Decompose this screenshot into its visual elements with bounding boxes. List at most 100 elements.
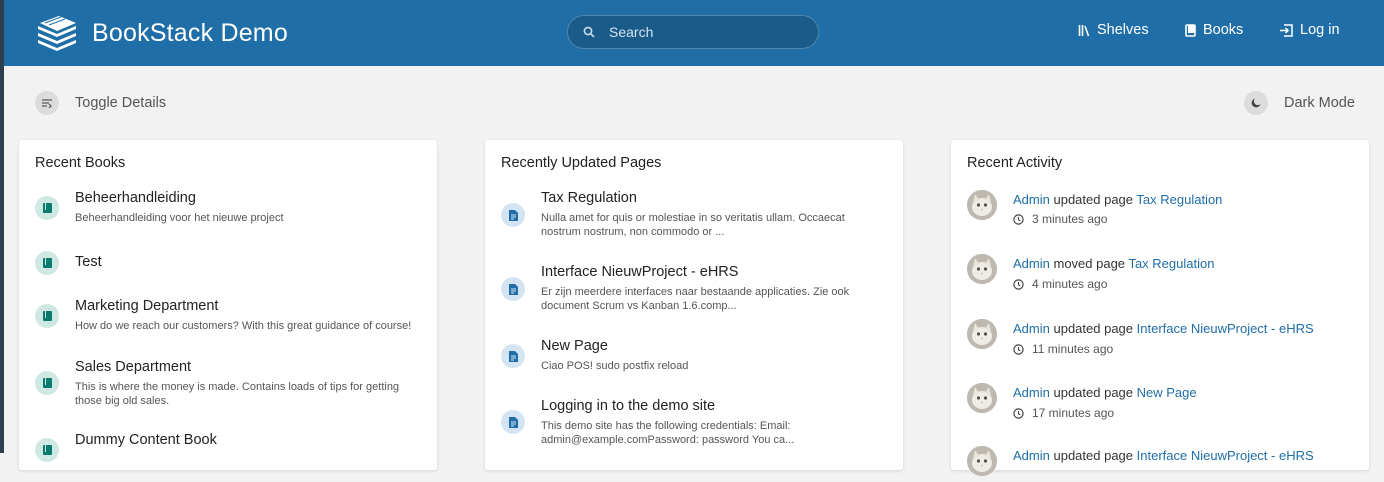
- recent-activity-title: Recent Activity: [967, 155, 1063, 171]
- activity-user-link[interactable]: Admin: [1013, 321, 1050, 336]
- nav-shelves-label: Shelves: [1097, 22, 1149, 38]
- toggle-details-label: Toggle Details: [75, 95, 167, 111]
- activity-time: 3 minutes ago: [1013, 212, 1107, 226]
- activity-user-link[interactable]: Admin: [1013, 192, 1050, 207]
- page-icon: [501, 410, 525, 434]
- nav-books-label: Books: [1203, 22, 1244, 38]
- clock-icon: [1013, 407, 1024, 419]
- book-icon: [35, 304, 59, 328]
- nav-shelves[interactable]: Shelves: [1078, 22, 1149, 38]
- avatar: [967, 446, 997, 476]
- app-title: BookStack Demo: [92, 18, 288, 47]
- clock-icon: [1013, 343, 1024, 355]
- activity-item: Admin updated page New Page 17 minutes a…: [967, 383, 1357, 420]
- page-item[interactable]: Logging in to the demo site This demo si…: [501, 398, 891, 448]
- book-icon: [35, 196, 59, 220]
- page-name: Interface NieuwProject - eHRS: [541, 264, 739, 280]
- book-item[interactable]: Dummy Content Book: [35, 432, 425, 462]
- activity-user-link[interactable]: Admin: [1013, 385, 1050, 400]
- activity-target-link[interactable]: New Page: [1137, 385, 1197, 400]
- avatar: [967, 190, 997, 220]
- window-frame-edge: [0, 0, 4, 453]
- book-name: Beheerhandleiding: [75, 190, 196, 206]
- search-box[interactable]: [567, 15, 819, 49]
- nav-books[interactable]: Books: [1185, 22, 1243, 38]
- activity-action: updated page: [1053, 321, 1134, 336]
- book-item[interactable]: Beheerhandleiding Beheerhandleiding voor…: [35, 190, 425, 230]
- activity-text: Admin updated page Interface NieuwProjec…: [1013, 321, 1314, 336]
- page-icon: [501, 277, 525, 301]
- activity-time-label: 17 minutes ago: [1032, 406, 1115, 420]
- activity-action: updated page: [1053, 448, 1134, 463]
- avatar: [967, 383, 997, 413]
- book-item[interactable]: Test: [35, 251, 425, 280]
- activity-action: updated page: [1053, 385, 1134, 400]
- activity-item: Admin moved page Tax Regulation 4 minute…: [967, 254, 1357, 291]
- nav-login[interactable]: Log in: [1279, 22, 1340, 38]
- clock-icon: [1013, 213, 1024, 225]
- recent-books-card: Recent Books Beheerhandleiding Beheerhan…: [19, 140, 437, 470]
- search-input[interactable]: [607, 23, 811, 41]
- page-description: This demo site has the following credent…: [541, 420, 795, 446]
- avatar: [967, 319, 997, 349]
- page-name: Tax Regulation: [541, 190, 637, 206]
- dark-mode-label: Dark Mode: [1284, 95, 1355, 111]
- avatar: [967, 254, 997, 284]
- activity-target-link[interactable]: Tax Regulation: [1136, 192, 1222, 207]
- activity-text: Admin updated page New Page: [1013, 385, 1197, 400]
- activity-time: 17 minutes ago: [1013, 406, 1114, 420]
- page-description: Ciao POS! sudo postfix reload: [541, 360, 689, 372]
- activity-user-link[interactable]: Admin: [1013, 448, 1050, 463]
- recent-activity-card: Recent Activity Admin updated page Tax R…: [951, 140, 1369, 476]
- recent-pages-card: Recently Updated Pages Tax Regulation Nu…: [485, 140, 903, 470]
- page-name: New Page: [541, 338, 608, 354]
- app-logo-link[interactable]: BookStack Demo: [36, 13, 288, 53]
- nav-login-label: Log in: [1300, 22, 1340, 38]
- book-name: Marketing Department: [75, 298, 219, 314]
- page-item[interactable]: New Page Ciao POS! sudo postfix reload: [501, 338, 891, 378]
- top-header: BookStack Demo Shelves Books Log in: [4, 0, 1384, 66]
- activity-user-link[interactable]: Admin: [1013, 256, 1050, 271]
- page-item[interactable]: Tax Regulation Nulla amet for quis or mo…: [501, 190, 891, 240]
- page-icon: [501, 344, 525, 368]
- book-icon: [35, 371, 59, 395]
- page-name: Logging in to the demo site: [541, 398, 716, 414]
- toggle-details-button[interactable]: Toggle Details: [35, 91, 166, 115]
- book-item[interactable]: Marketing Department How do we reach our…: [35, 298, 425, 338]
- activity-target-link[interactable]: Interface NieuwProject - eHRS: [1137, 448, 1314, 463]
- activity-item: Admin updated page Tax Regulation 3 minu…: [967, 190, 1357, 226]
- book-description: This is where the money is made. Contain…: [75, 381, 400, 407]
- activity-text: Admin updated page Interface NieuwProjec…: [1013, 448, 1314, 463]
- activity-time: 11 minutes ago: [1013, 342, 1113, 356]
- activity-action: moved page: [1053, 256, 1126, 271]
- book-description: How do we reach our customers? With this…: [75, 320, 412, 332]
- activity-time-label: 3 minutes ago: [1032, 212, 1108, 226]
- book-icon: [35, 438, 59, 462]
- dark-mode-button[interactable]: Dark Mode: [1244, 91, 1355, 115]
- book-description: Beheerhandleiding voor het nieuwe projec…: [75, 212, 284, 224]
- activity-time: 4 minutes ago: [1013, 277, 1107, 291]
- activity-item: Admin updated page Interface NieuwProjec…: [967, 319, 1357, 356]
- shelves-icon: [1078, 24, 1090, 36]
- moon-icon: [1244, 91, 1268, 115]
- toggle-details-icon: [35, 91, 59, 115]
- search-icon: [583, 26, 595, 38]
- activity-text: Admin updated page Tax Regulation: [1013, 192, 1222, 207]
- activity-time-label: 4 minutes ago: [1032, 277, 1108, 291]
- activity-action: updated page: [1053, 192, 1134, 207]
- page-description: Er zijn meerdere interfaces naar bestaan…: [541, 286, 850, 312]
- page-item[interactable]: Interface NieuwProject - eHRS Er zijn me…: [501, 264, 891, 314]
- book-item[interactable]: Sales Department This is where the money…: [35, 359, 425, 409]
- login-icon: [1280, 23, 1293, 37]
- page-description: Nulla amet for quis or molestiae in so v…: [541, 212, 845, 238]
- recent-books-title: Recent Books: [35, 155, 126, 171]
- activity-target-link[interactable]: Tax Regulation: [1128, 256, 1214, 271]
- books-icon: [1185, 23, 1196, 37]
- activity-target-link[interactable]: Interface NieuwProject - eHRS: [1137, 321, 1314, 336]
- activity-time-label: 11 minutes ago: [1032, 342, 1114, 356]
- book-icon: [35, 251, 59, 275]
- book-name: Test: [75, 254, 102, 270]
- book-name: Sales Department: [75, 359, 192, 375]
- recent-pages-title: Recently Updated Pages: [501, 155, 662, 171]
- bookstack-logo-icon: [38, 16, 76, 51]
